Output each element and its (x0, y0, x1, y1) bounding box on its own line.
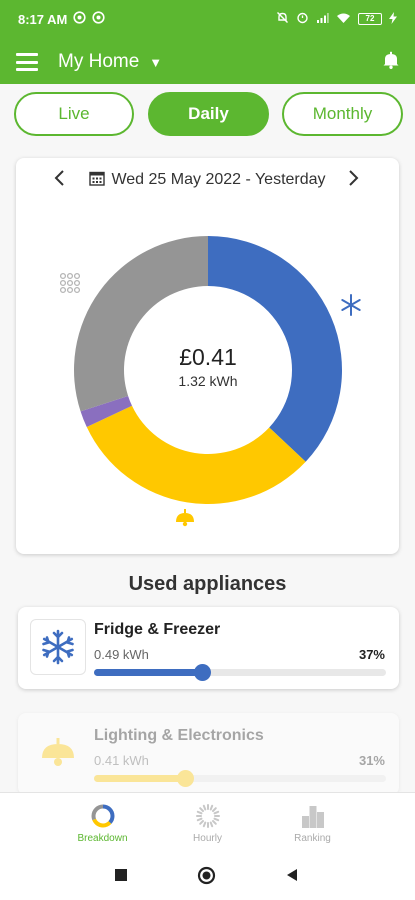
lamp-icon (30, 725, 86, 781)
appliance-energy: 0.49 kWh (94, 647, 149, 662)
chevron-right-icon[interactable] (347, 169, 359, 192)
system-nav-bar (0, 850, 415, 900)
period-tabs: Live Daily Monthly (14, 92, 404, 136)
slice-lighting-electronics (86, 405, 306, 504)
signal-icon (316, 12, 329, 27)
bell-icon[interactable] (383, 51, 399, 74)
appliance-progress-fill (94, 775, 185, 782)
whatsapp-icon (73, 11, 86, 27)
appliance-progress-knob (176, 770, 194, 787)
appliance-energy: 0.41 kWh (94, 753, 149, 768)
appliance-progress-track (94, 770, 386, 787)
appliance-progress-knob (194, 664, 212, 681)
app-bar: My Home ▼ (0, 40, 415, 84)
whatsapp-icon (92, 11, 105, 27)
appliance-percent: 37% (358, 647, 385, 662)
back-triangle-icon[interactable] (285, 868, 299, 887)
appliance-name: Fridge & Freezer (94, 621, 221, 638)
date-label: Wed 25 May 2022 - Yesterday (111, 171, 326, 188)
battery-icon: 72 (358, 13, 382, 25)
bottom-nav: Breakdown Hourly Ranking (0, 792, 415, 850)
ranking-bars-icon (301, 806, 324, 828)
recents-square-icon[interactable] (114, 868, 128, 887)
nav-label: Breakdown (77, 833, 128, 844)
home-selector[interactable]: My Home ▼ (58, 51, 162, 73)
mute-bell-icon (276, 11, 289, 27)
breakdown-ring-icon (91, 804, 114, 828)
charging-icon (389, 11, 397, 27)
total-energy: 1.32 kWh (178, 373, 238, 389)
wifi-icon (336, 12, 351, 27)
alarm-icon (296, 11, 309, 27)
grid-icon (59, 272, 81, 299)
lamp-icon (174, 508, 196, 533)
appliance-progress-fill (94, 669, 203, 676)
tab-daily[interactable]: Daily (148, 92, 269, 136)
appliance-percent: 31% (358, 753, 385, 768)
date-navigator: Wed 25 May 2022 - Yesterday (16, 166, 399, 194)
tab-monthly[interactable]: Monthly (282, 92, 403, 136)
appliance-card-fridge[interactable]: Fridge & Freezer 0.49 kWh 37% (18, 607, 399, 689)
calendar-icon (89, 170, 106, 191)
appliance-card-lighting[interactable]: Lighting & Electronics 0.41 kWh 31% (18, 713, 399, 795)
nav-label: Hourly (193, 833, 222, 844)
snowflake-icon (30, 619, 86, 675)
hourly-clock-icon (195, 804, 220, 828)
status-icons: 72 (276, 11, 397, 27)
status-bar: 8:17 AM 72 (0, 0, 415, 38)
hamburger-menu-icon[interactable] (16, 53, 38, 71)
nav-ranking[interactable]: Ranking (260, 793, 365, 850)
nav-label: Ranking (294, 833, 331, 844)
caret-down-icon: ▼ (149, 54, 163, 70)
chevron-left-icon[interactable] (54, 169, 66, 192)
section-title: Used appliances (128, 573, 287, 595)
appliance-name: Lighting & Electronics (94, 727, 264, 744)
total-cost: £0.41 (179, 344, 237, 370)
breakdown-card: Wed 25 May 2022 - Yesterday £0.41 1.32 k… (16, 158, 399, 554)
appliance-progress-track (94, 664, 386, 681)
donut-center: £0.41 1.32 kWh (147, 344, 269, 389)
home-label: My Home (58, 51, 140, 72)
home-circle-icon[interactable] (197, 866, 216, 890)
snowflake-icon (340, 294, 362, 321)
top-bar: 8:17 AM 72 My Home ▼ (0, 0, 415, 84)
nav-hourly[interactable]: Hourly (155, 793, 260, 850)
nav-breakdown[interactable]: Breakdown (50, 793, 155, 850)
status-time: 8:17 AM (18, 11, 68, 27)
tab-live[interactable]: Live (14, 92, 134, 136)
